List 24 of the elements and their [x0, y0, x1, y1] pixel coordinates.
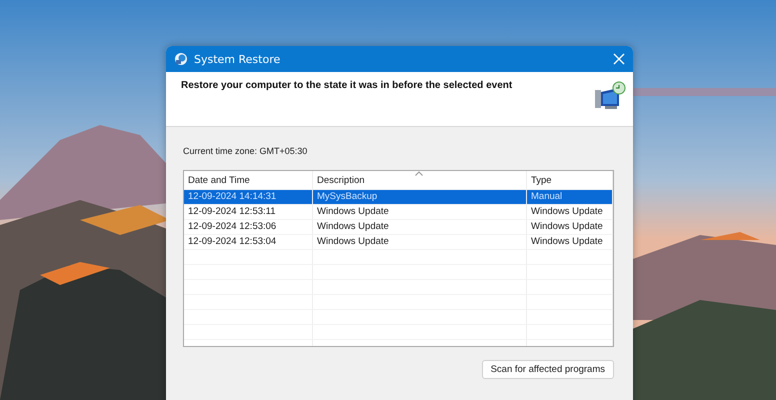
sort-icon	[415, 171, 423, 176]
table-cell: Windows Update	[527, 235, 613, 249]
restore-icon	[174, 52, 188, 66]
window-title: System Restore	[194, 52, 282, 66]
table-cell: 12-09-2024 12:53:04	[184, 235, 313, 249]
table-row[interactable]: 12-09-2024 12:53:04 Windows Update Windows Update	[184, 235, 613, 250]
table-cell: Windows Update	[313, 220, 527, 234]
table-cell: 12-09-2024 12:53:06	[184, 220, 313, 234]
table-cell: MySysBackup	[313, 190, 527, 204]
time-zone-label: Current time zone: GMT+05:30	[183, 146, 308, 156]
table-cell: 12-09-2024 14:14:31	[184, 190, 313, 204]
table-cell: Windows Update	[313, 235, 527, 249]
table-cell: Manual	[527, 190, 613, 204]
table-cell: Windows Update	[313, 205, 527, 219]
computer-restore-icon	[593, 80, 627, 112]
table-cell: Windows Update	[527, 205, 613, 219]
table-row[interactable]: 12-09-2024 12:53:06 Windows Update Windows Update	[184, 220, 613, 235]
header-text: Restore your computer to the state it was in before the selected event	[181, 80, 512, 93]
table-cell: Windows Update	[527, 220, 613, 234]
scan-button[interactable]: Scan for affected programs	[482, 360, 614, 379]
table-cell: 12-09-2024 12:53:11	[184, 205, 313, 219]
table-row[interactable]: 12-09-2024 14:14:31 MySysBackup Manual	[184, 190, 613, 205]
table-row[interactable]: 12-09-2024 12:53:11 Windows Update Windows Update	[184, 205, 613, 220]
close-icon[interactable]	[613, 53, 625, 65]
